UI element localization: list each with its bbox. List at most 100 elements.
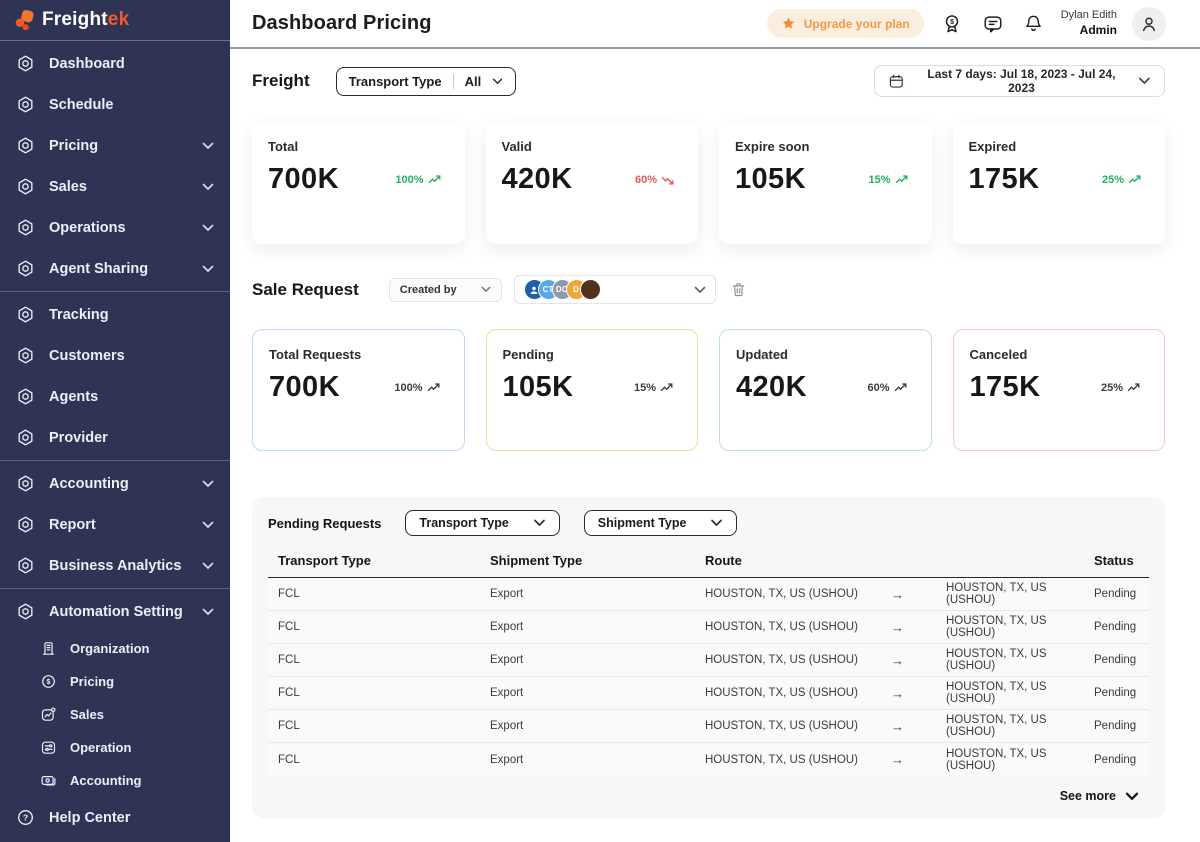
- stat-card-expire-soon: Expire soon 105K 15%: [719, 122, 932, 244]
- see-more-button[interactable]: See more: [268, 776, 1149, 811]
- cell-shipment: Export: [490, 588, 705, 600]
- route-arrow-icon: →: [891, 686, 946, 701]
- sidebar-subitem-sales[interactable]: Sales: [0, 698, 230, 731]
- person-icon: [1138, 13, 1160, 35]
- sidebar-item-tracking[interactable]: Tracking: [0, 294, 230, 335]
- stat-card-label: Expired: [969, 139, 1150, 154]
- target-icon: [16, 259, 35, 278]
- stat-card-canceled: Canceled 175K 25%: [953, 329, 1166, 451]
- trend-up-icon: [428, 175, 441, 185]
- star-icon: [781, 16, 796, 31]
- stat-card-label: Pending: [503, 347, 682, 362]
- created-by-filter[interactable]: Created by: [389, 278, 502, 302]
- sidebar-item-operations[interactable]: Operations: [0, 207, 230, 248]
- brand-logo[interactable]: Freightek: [0, 0, 230, 41]
- sidebar-item-agent-sharing[interactable]: Agent Sharing: [0, 248, 230, 289]
- stat-card-value: 105K: [503, 371, 574, 404]
- cell-origin: HOUSTON, TX, US (USHOU): [705, 687, 891, 699]
- main-area: Dashboard Pricing Upgrade your plan $ Dy…: [230, 0, 1200, 842]
- cell-status: Pending: [1094, 621, 1139, 633]
- organization-icon: [40, 640, 57, 657]
- stat-card-label: Total: [268, 139, 449, 154]
- trend-up-icon: [895, 175, 908, 185]
- sidebar-item-label: Customers: [49, 348, 214, 364]
- target-icon: [16, 136, 35, 155]
- target-icon: [16, 177, 35, 196]
- sidebar-subitem-organization[interactable]: Organization: [0, 632, 230, 665]
- route-arrow-icon: →: [891, 719, 946, 734]
- sidebar-item-dashboard[interactable]: Dashboard: [0, 43, 230, 84]
- sidebar-item-report[interactable]: Report: [0, 504, 230, 545]
- table-transport-type-filter[interactable]: Transport Type: [405, 510, 559, 536]
- cell-shipment: Export: [490, 654, 705, 666]
- sidebar-item-customers[interactable]: Customers: [0, 335, 230, 376]
- table-shipment-type-filter[interactable]: Shipment Type: [584, 510, 738, 536]
- cell-status: Pending: [1094, 720, 1139, 732]
- sidebar-item-sales[interactable]: Sales: [0, 166, 230, 207]
- cell-origin: HOUSTON, TX, US (USHOU): [705, 621, 891, 633]
- column-header-shipment-type: Shipment Type: [490, 553, 705, 568]
- sidebar-item-label: Report: [49, 517, 188, 533]
- sidebar-item-agents[interactable]: Agents: [0, 376, 230, 417]
- sidebar-subitem-pricing[interactable]: $ Pricing: [0, 665, 230, 698]
- sidebar-item-label: Automation Setting: [49, 604, 188, 620]
- sale-request-section-title: Sale Request: [252, 280, 359, 300]
- sidebar-item-business-analytics[interactable]: Business Analytics: [0, 545, 230, 586]
- stat-card-value: 175K: [969, 163, 1040, 196]
- stat-card-value: 175K: [970, 371, 1041, 404]
- user-avatar[interactable]: [1132, 7, 1166, 41]
- sale-request-header-row: Sale Request Created by CT DO D: [252, 275, 1165, 304]
- target-icon: [16, 387, 35, 406]
- sidebar-item-accounting[interactable]: Accounting: [0, 463, 230, 504]
- sidebar-subitem-accounting[interactable]: Accounting: [0, 764, 230, 797]
- stat-card-expired: Expired 175K 25%: [953, 122, 1166, 244]
- pending-requests-title: Pending Requests: [268, 516, 381, 531]
- stat-card-value: 420K: [736, 371, 807, 404]
- target-icon: [16, 54, 35, 73]
- sidebar-item-schedule[interactable]: Schedule: [0, 84, 230, 125]
- pending-requests-panel: Pending Requests Transport Type Shipment…: [252, 497, 1165, 819]
- transport-type-filter-value: All: [465, 74, 482, 89]
- sidebar-item-help-center[interactable]: ? Help Center: [0, 799, 230, 836]
- notifications-button[interactable]: [1021, 11, 1046, 36]
- user-name: Dylan Edith: [1061, 9, 1117, 23]
- sale-request-cards: Total Requests 700K 100% Pending 105K 15…: [252, 329, 1165, 451]
- svg-text:$: $: [950, 19, 954, 26]
- sidebar-item-pricing[interactable]: Pricing: [0, 125, 230, 166]
- rewards-button[interactable]: $: [939, 11, 965, 37]
- chevron-down-icon: [710, 519, 723, 527]
- trend-up-icon: [894, 383, 907, 393]
- date-range-picker[interactable]: Last 7 days: Jul 18, 2023 - Jul 24, 2023: [874, 65, 1165, 97]
- target-icon: [16, 515, 35, 534]
- stat-card-updated: Updated 420K 60%: [719, 329, 932, 451]
- calendar-icon: [888, 73, 905, 90]
- chevron-down-icon: [202, 521, 214, 529]
- sidebar-subitem-operation[interactable]: Operation: [0, 731, 230, 764]
- topbar: Dashboard Pricing Upgrade your plan $ Dy…: [230, 0, 1200, 49]
- messages-button[interactable]: [980, 11, 1006, 37]
- transport-type-filter[interactable]: Transport Type All: [336, 67, 517, 96]
- stat-card-pending: Pending 105K 15%: [486, 329, 699, 451]
- created-by-avatars-select[interactable]: CT DO D: [514, 275, 716, 304]
- upgrade-plan-button[interactable]: Upgrade your plan: [767, 9, 924, 38]
- cell-destination: HOUSTON, TX, US (USHOU): [946, 714, 1094, 738]
- sidebar-item-automation-setting[interactable]: Automation Setting: [0, 591, 230, 632]
- created-by-label: Created by: [400, 284, 457, 296]
- trend-up-icon: [660, 383, 673, 393]
- chevron-down-icon: [202, 142, 214, 150]
- stat-card-value: 105K: [735, 163, 806, 196]
- table-row: FCL Export HOUSTON, TX, US (USHOU) → HOU…: [268, 710, 1149, 743]
- sidebar-item-provider[interactable]: Provider: [0, 417, 230, 458]
- stat-card-label: Canceled: [970, 347, 1149, 362]
- cell-shipment: Export: [490, 754, 705, 766]
- chevron-down-icon: [202, 480, 214, 488]
- trash-icon: [730, 281, 747, 298]
- table-row: FCL Export HOUSTON, TX, US (USHOU) → HOU…: [268, 611, 1149, 644]
- page-title: Dashboard Pricing: [252, 12, 432, 35]
- freight-section-title: Freight: [252, 71, 310, 91]
- stat-card-change: 25%: [1101, 382, 1140, 394]
- chevron-down-icon: [492, 78, 503, 85]
- clear-filter-button[interactable]: [728, 279, 749, 300]
- table-row: FCL Export HOUSTON, TX, US (USHOU) → HOU…: [268, 677, 1149, 710]
- sidebar-item-label: Pricing: [49, 138, 188, 154]
